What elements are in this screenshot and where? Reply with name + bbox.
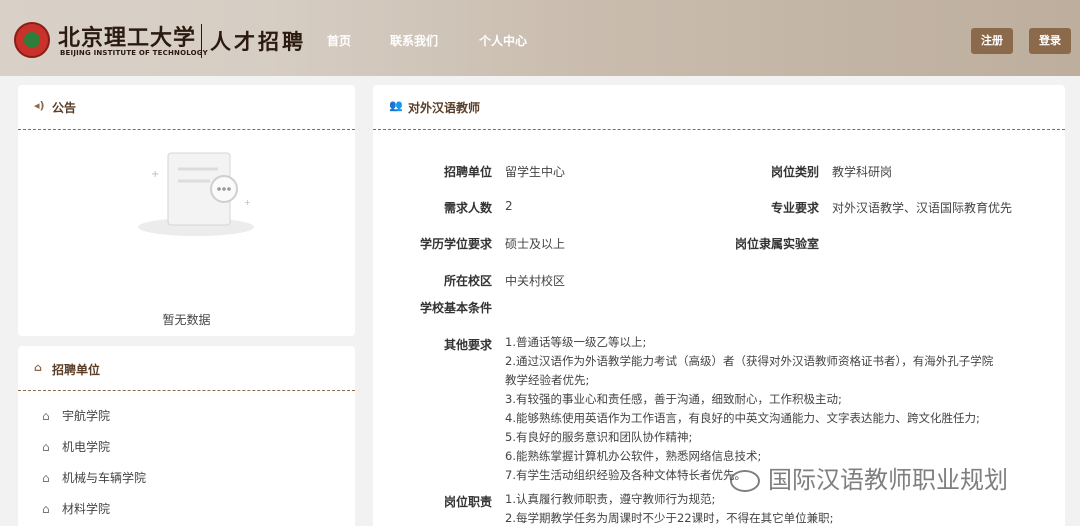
requirement-line: 7.有学生活动组织经验及各种文体特长者优先。 (505, 468, 746, 482)
duties-label: 岗位职责 (443, 495, 492, 509)
building-icon: ⌂ (42, 502, 50, 516)
unit-item[interactable]: ⌂ 宇航学院 (42, 407, 110, 424)
duty-line: 2.每学期教学任务为周课时不少于22课时，不得在其它单位兼职; (505, 511, 834, 525)
svg-text:+: + (151, 169, 159, 180)
nav-home[interactable]: 首页 (327, 32, 351, 49)
job-panel-header: 👥 对外汉语教师 (373, 85, 1065, 130)
units-panel-header: ⌂ 招聘单位 (18, 346, 355, 391)
unit-value: 留学生中心 (505, 165, 566, 179)
requirement-line: 2.通过汉语作为外语教学能力考试（高级）者（获得对外汉语教师资格证书者），有海外… (505, 354, 994, 368)
logo-divider (201, 24, 202, 58)
lab-label: 岗位隶属实验室 (734, 237, 819, 251)
unit-item[interactable]: ⌂ 机械与车辆学院 (42, 469, 146, 486)
register-button[interactable]: 注册 (971, 28, 1013, 54)
unit-item[interactable]: ⌂ 材料学院 (42, 500, 110, 517)
logo-subtitle: 人才招聘 (210, 29, 306, 54)
login-button[interactable]: 登录 (1029, 28, 1071, 54)
nav-personal-center[interactable]: 个人中心 (479, 32, 527, 49)
svg-text:+: + (244, 198, 251, 207)
speaker-icon: ◂) (34, 99, 45, 112)
unit-item[interactable]: ⌂ 机电学院 (42, 438, 110, 455)
category-value: 教学科研岗 (832, 165, 893, 179)
major-label: 专业要求 (770, 201, 819, 215)
category-label: 岗位类别 (770, 165, 819, 179)
people-icon: 👥 (389, 99, 403, 112)
unit-item-label: 材料学院 (62, 502, 111, 516)
requirement-line: 3.有较强的事业心和责任感，善于沟通，细致耐心，工作积极主动; (505, 392, 842, 406)
count-value: 2 (505, 199, 513, 213)
requirement-line: 教学经验者优先; (505, 373, 590, 387)
units-title: 招聘单位 (52, 363, 101, 377)
notice-panel: ◂) 公告 + + 暂无数据 (18, 85, 355, 336)
notice-panel-header: ◂) 公告 (18, 85, 355, 130)
degree-value: 硕士及以上 (505, 237, 566, 251)
duty-line: 1.认真履行教师职责，遵守教师行为规范; (505, 492, 716, 506)
unit-item-label: 机电学院 (62, 440, 111, 454)
job-title: 对外汉语教师 (408, 101, 481, 115)
logo-english-name: BEIJING INSTITUTE OF TECHNOLOGY (60, 49, 208, 57)
logo-chinese-name[interactable]: 北京理工大学 (58, 20, 196, 52)
home-icon: ⌂ (34, 361, 42, 374)
unit-item-label: 机械与车辆学院 (62, 471, 147, 485)
degree-label: 学历学位要求 (419, 237, 492, 251)
watermark-text: 国际汉语教师职业规划 (768, 466, 1008, 494)
basic-conditions-label: 学校基本条件 (419, 301, 492, 315)
wechat-icon (730, 470, 760, 492)
building-icon: ⌂ (42, 440, 50, 454)
top-header: 北京理工大学 BEIJING INSTITUTE OF TECHNOLOGY 人… (0, 0, 1080, 76)
requirement-line: 5.有良好的服务意识和团队协作精神; (505, 430, 693, 444)
empty-state-text: 暂无数据 (162, 313, 211, 327)
nav-contact[interactable]: 联系我们 (390, 32, 438, 49)
unit-item-label: 宇航学院 (62, 409, 111, 423)
requirement-line: 1.普通话等级一级乙等以上; (505, 335, 647, 349)
other-requirements-label: 其他要求 (443, 338, 492, 352)
requirement-line: 4.能够熟练使用英语作为工作语言，有良好的中英文沟通能力、文字表达能力、跨文化胜… (505, 411, 980, 425)
building-icon: ⌂ (42, 471, 50, 485)
unit-label: 招聘单位 (443, 165, 492, 179)
campus-label: 所在校区 (443, 274, 492, 288)
notice-title: 公告 (52, 101, 77, 115)
watermark: 国际汉语教师职业规划 (730, 460, 1008, 495)
requirement-line: 6.能熟练掌握计算机办公软件，熟悉网络信息技术; (505, 449, 762, 463)
major-value: 对外汉语教学、汉语国际教育优先 (832, 201, 1013, 215)
units-panel: ⌂ 招聘单位 ⌂ 宇航学院 ⌂ 机电学院 ⌂ 机械与车辆学院 ⌂ 材料学院 (18, 346, 355, 526)
count-label: 需求人数 (443, 201, 492, 215)
empty-document-icon: + + (138, 152, 254, 236)
university-emblem-icon[interactable] (14, 22, 50, 58)
building-icon: ⌂ (42, 409, 50, 423)
campus-value: 中关村校区 (505, 274, 566, 288)
